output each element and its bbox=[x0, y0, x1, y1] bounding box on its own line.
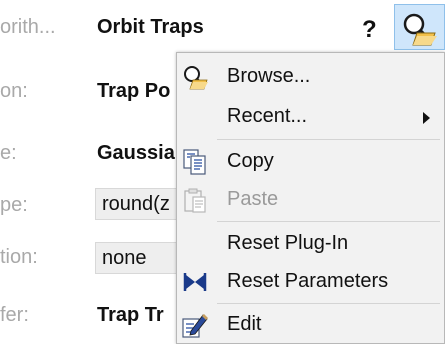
param-label-gaussian: e: bbox=[0, 142, 17, 164]
copy-icon bbox=[183, 149, 206, 175]
param-value-trap-position[interactable]: Trap Po bbox=[97, 80, 170, 103]
menu-item-copy-label: Copy bbox=[227, 150, 274, 172]
browse-icon bbox=[403, 13, 437, 46]
submenu-arrow-icon bbox=[423, 112, 430, 124]
menu-item-browse-label: Browse... bbox=[227, 65, 311, 87]
param-label-transfer: fer: bbox=[0, 304, 29, 326]
edit-icon bbox=[182, 314, 208, 338]
menu-item-recent[interactable]: Recent... bbox=[177, 99, 444, 135]
param-label-trap-position: on: bbox=[0, 80, 28, 102]
menu-separator bbox=[217, 139, 440, 140]
menu-item-edit[interactable]: Edit bbox=[177, 307, 444, 343]
param-value-transfer[interactable]: Trap Tr bbox=[97, 304, 164, 327]
menu-separator bbox=[217, 221, 440, 222]
param-label-algorithm: orith... bbox=[0, 16, 56, 38]
param-label-trap-shape: pe: bbox=[0, 194, 28, 216]
menu-item-edit-label: Edit bbox=[227, 313, 262, 335]
param-row-algorithm: orith... Orbit Traps bbox=[0, 14, 445, 48]
menu-item-reset-plugin[interactable]: Reset Plug-In bbox=[177, 226, 444, 262]
menu-item-reset-parameters[interactable]: Reset Parameters bbox=[177, 264, 444, 300]
menu-item-reset-plugin-label: Reset Plug-In bbox=[227, 232, 349, 254]
reset-parameters-icon bbox=[183, 273, 207, 291]
menu-item-paste[interactable]: Paste bbox=[177, 182, 444, 218]
param-value-algorithm[interactable]: Orbit Traps bbox=[97, 16, 204, 39]
menu-item-recent-label: Recent... bbox=[227, 105, 308, 127]
browse-icon bbox=[184, 66, 208, 90]
param-value-gaussian[interactable]: Gaussia bbox=[97, 142, 175, 165]
menu-item-copy[interactable]: Copy bbox=[177, 144, 444, 180]
menu-item-browse[interactable]: Browse... bbox=[177, 59, 444, 95]
menu-separator bbox=[217, 303, 440, 304]
paste-icon bbox=[184, 188, 206, 213]
menu-item-reset-parameters-label: Reset Parameters bbox=[227, 270, 389, 292]
plugin-menu-button[interactable] bbox=[394, 4, 445, 50]
help-button[interactable]: ? bbox=[362, 16, 377, 44]
param-label-function: tion: bbox=[0, 246, 38, 268]
menu-item-paste-label: Paste bbox=[227, 188, 279, 210]
plugin-context-menu: Browse... Recent... Copy Paste Reset Plu… bbox=[176, 52, 445, 344]
